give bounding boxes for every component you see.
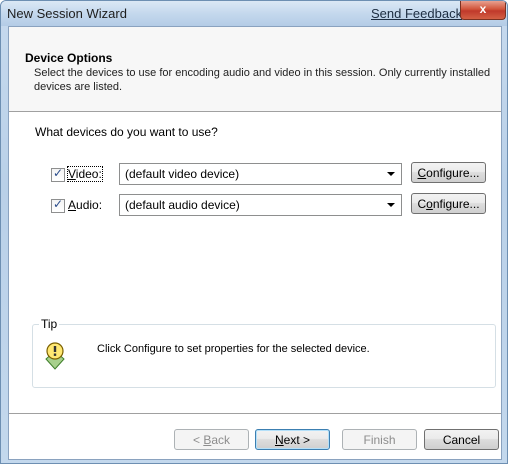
next-button[interactable]: Next > (255, 429, 330, 450)
video-device-select[interactable]: (default video device) (119, 163, 402, 185)
video-label-text: ideo: (75, 167, 102, 181)
finish-button[interactable]: Finish (342, 429, 417, 450)
tip-text: Click Configure to set properties for th… (97, 343, 370, 355)
send-feedback-link[interactable]: Send Feedback (371, 6, 462, 21)
next-text: ext > (283, 433, 311, 447)
close-icon: x (479, 2, 487, 16)
checkmark-icon: ✓ (53, 197, 64, 211)
audio-configure-text: nfigure... (432, 197, 480, 211)
audio-label[interactable]: Audio: (68, 198, 102, 212)
video-checkbox[interactable]: ✓ (51, 166, 65, 182)
dropdown-arrow-icon (387, 172, 395, 176)
cancel-button[interactable]: Cancel (424, 429, 499, 450)
tip-groupbox: Tip Click Configure to set properties fo… (32, 317, 496, 388)
audio-device-value: (default audio device) (125, 198, 240, 212)
devices-question: What devices do you want to use? (35, 125, 218, 139)
page-subtitle: Select the devices to use for encoding a… (34, 67, 491, 93)
lightbulb-tip-icon (45, 342, 65, 370)
video-device-value: (default video device) (125, 167, 240, 181)
audio-device-select[interactable]: (default audio device) (119, 194, 402, 216)
back-pre: < (192, 433, 204, 447)
audio-configure-pre: C (417, 197, 427, 211)
video-configure-accel: C (417, 166, 427, 180)
next-accel: N (274, 433, 284, 447)
wizard-client-area: Device Options Select the devices to use… (8, 26, 502, 460)
audio-label-accel: A (68, 198, 77, 212)
header-divider (9, 111, 501, 113)
video-label[interactable]: Video: (67, 166, 103, 182)
title-bar[interactable]: New Session Wizard Send Feedback x (1, 1, 507, 26)
back-button[interactable]: < Back (174, 429, 249, 450)
close-button[interactable]: x (460, 1, 506, 20)
video-configure-button[interactable]: Configure... (411, 162, 486, 183)
video-device-row: ✓ Video: (default video device) Configur… (9, 162, 501, 187)
audio-checkbox[interactable]: ✓ (51, 197, 65, 213)
page-title: Device Options (25, 51, 113, 65)
checkmark-icon: ✓ (53, 166, 64, 180)
audio-device-row: ✓ Audio: (default audio device) Configur… (9, 193, 501, 218)
back-text: ack (211, 433, 231, 447)
dropdown-arrow-icon (387, 203, 395, 207)
wizard-header: Device Options Select the devices to use… (9, 27, 501, 111)
audio-configure-accel: o (426, 197, 433, 211)
tip-legend: Tip (39, 317, 60, 331)
audio-configure-button[interactable]: Configure... (411, 193, 486, 214)
video-configure-text: onfigure... (426, 166, 480, 180)
wizard-window: New Session Wizard Send Feedback x Devic… (0, 0, 508, 464)
window-title: New Session Wizard (7, 6, 127, 21)
audio-label-text: udio: (76, 198, 103, 212)
footer-divider (9, 413, 501, 415)
video-label-accel: V (68, 167, 76, 181)
